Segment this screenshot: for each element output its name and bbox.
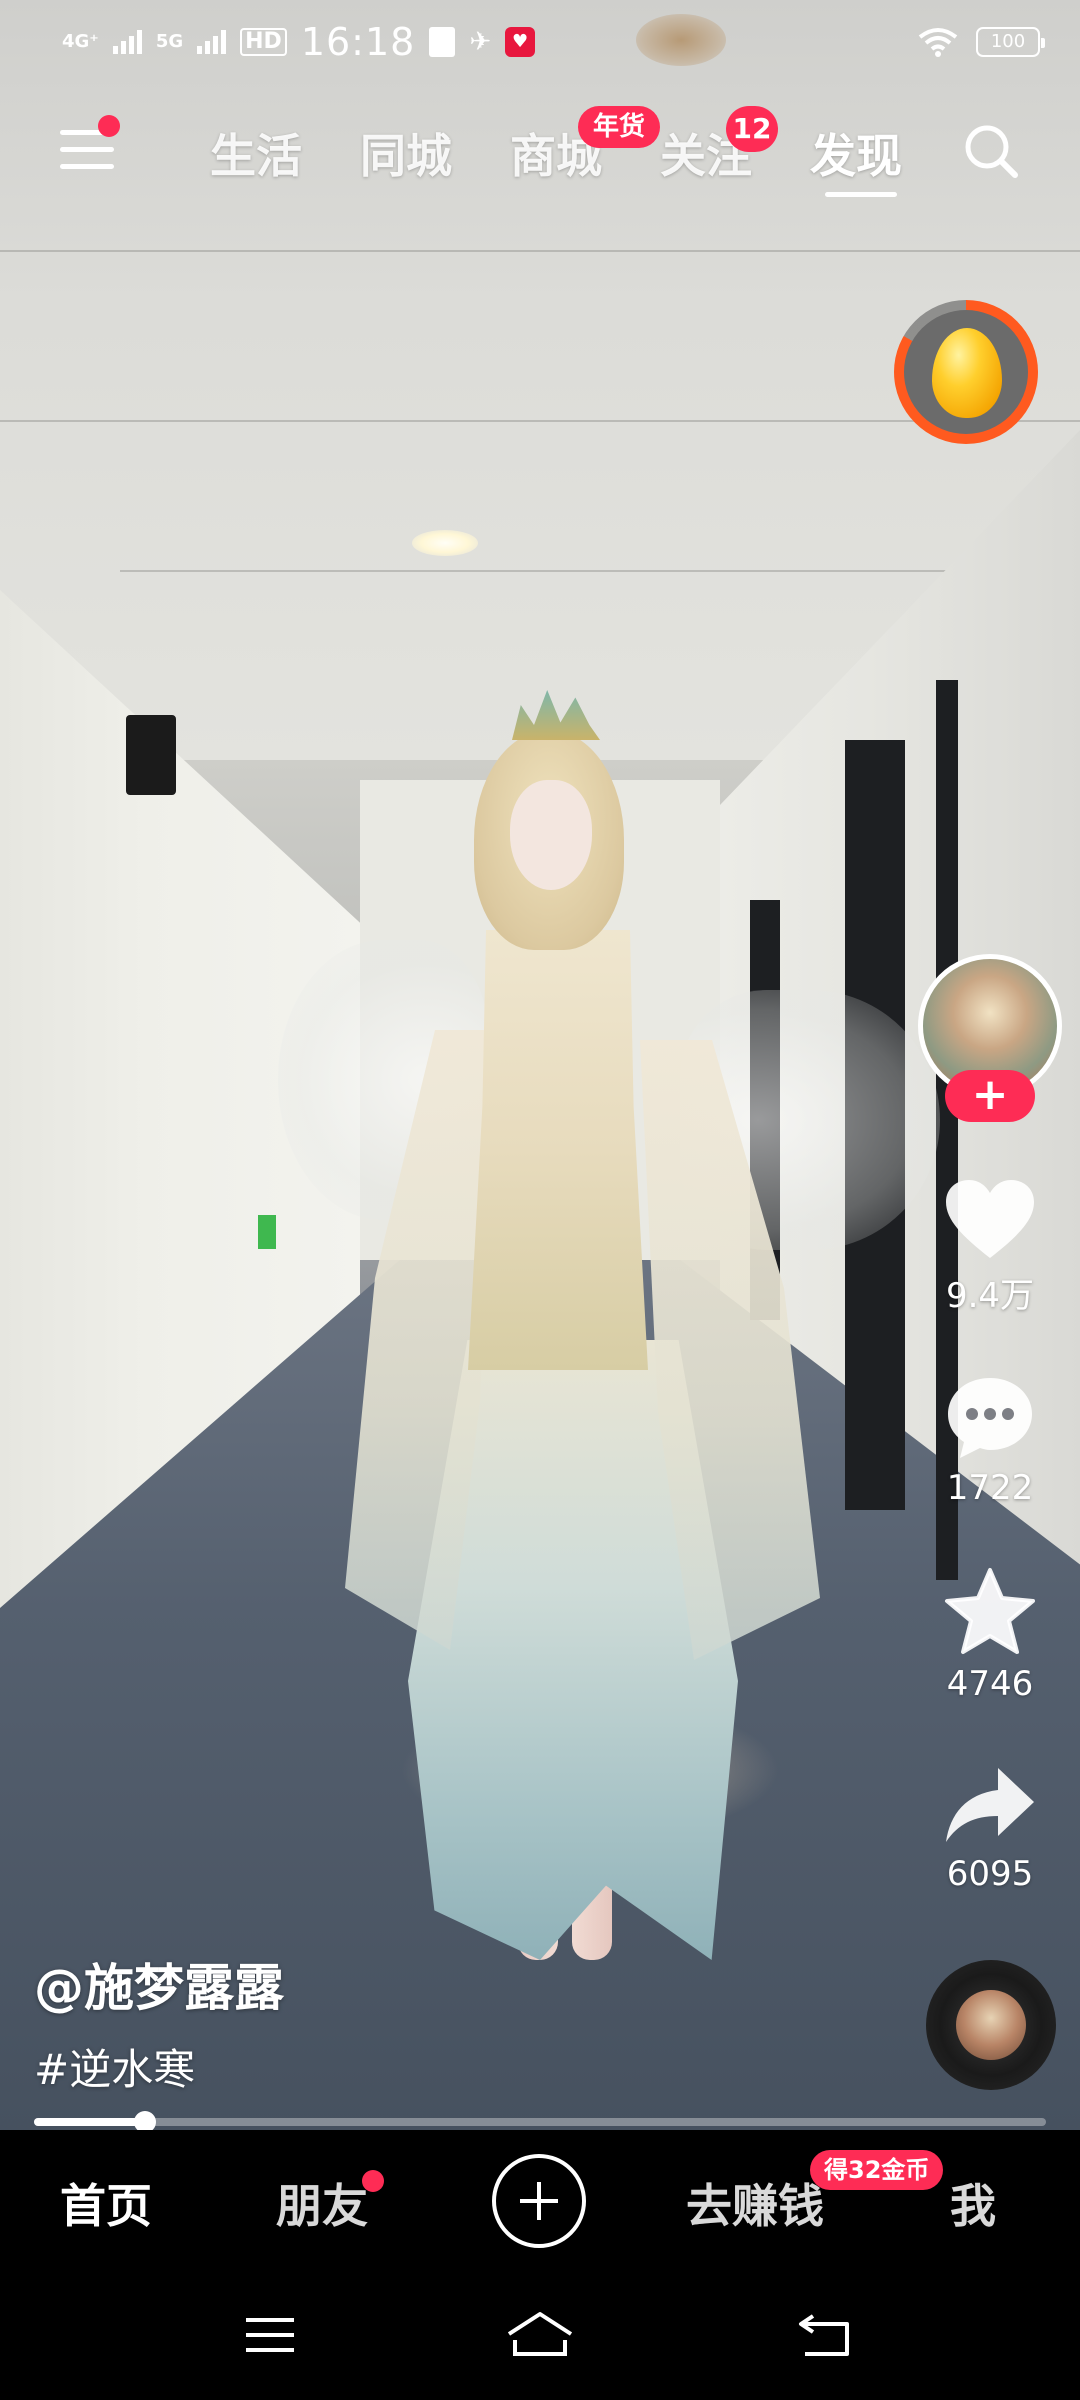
system-navigation-bar xyxy=(0,2270,1080,2400)
coin-reward-widget[interactable] xyxy=(894,300,1038,444)
tab-friends[interactable]: 朋友 xyxy=(276,2170,368,2236)
tab-discover[interactable]: 发现 xyxy=(810,120,902,186)
home-icon[interactable] xyxy=(505,2310,575,2360)
favorite-button[interactable]: 4746 xyxy=(920,1566,1060,1704)
star-icon xyxy=(945,1568,1035,1654)
exit-sign xyxy=(258,1215,276,1249)
tab-local[interactable]: 同城 xyxy=(360,120,452,186)
menu-line xyxy=(60,164,114,169)
wall-speaker xyxy=(126,715,176,795)
figure-face xyxy=(510,780,592,890)
ceiling-panel-line xyxy=(0,250,1080,252)
clipboard-check-icon xyxy=(429,27,456,57)
comment-button[interactable]: 1722 xyxy=(920,1372,1060,1508)
create-post-button[interactable] xyxy=(492,2154,586,2248)
clock: 16:18 xyxy=(300,20,416,64)
ceiling-lamp xyxy=(412,530,478,556)
status-bar-left: 4G⁺ 5G HD 16:18 ✈ ♥ xyxy=(62,20,536,64)
music-cover xyxy=(956,1990,1026,2060)
bottom-tab-bar: 首页 朋友 去赚钱 得32金币 我 xyxy=(0,2130,1080,2270)
comment-count: 1722 xyxy=(946,1468,1034,1508)
friends-notification-dot xyxy=(362,2170,384,2192)
tab-earn[interactable]: 去赚钱 xyxy=(686,2170,824,2236)
like-count: 9.4万 xyxy=(945,1276,1035,1316)
ceiling-panel-line xyxy=(120,570,960,572)
author-name[interactable]: @施梦露露 xyxy=(34,1948,284,2020)
status-bar-right: 100 xyxy=(918,27,1045,57)
app-notification-icon: ♥ xyxy=(505,27,536,57)
top-navigation: 生活 同城 商城 年货 关注 12 发现 xyxy=(0,100,1080,210)
tab-home[interactable]: 首页 xyxy=(60,2170,152,2236)
share-count: 6095 xyxy=(946,1854,1034,1894)
coin-ring-inner xyxy=(904,310,1028,434)
follow-button[interactable]: + xyxy=(945,1070,1035,1122)
menu-line xyxy=(60,147,114,152)
signal-bars-icon xyxy=(197,30,227,54)
golden-egg-icon xyxy=(932,328,1002,418)
favorite-count: 4746 xyxy=(946,1664,1034,1704)
hashtag-link[interactable]: #逆水寒 xyxy=(34,2036,195,2097)
like-button[interactable]: 9.4万 xyxy=(920,1176,1060,1317)
music-disc[interactable] xyxy=(926,1960,1056,2090)
search-icon[interactable] xyxy=(962,122,1020,180)
battery-indicator: 100 xyxy=(976,27,1045,57)
progress-fill xyxy=(34,2118,146,2126)
earn-coin-badge: 得32金币 xyxy=(810,2150,944,2190)
comment-icon xyxy=(948,1378,1032,1458)
figure-bodice xyxy=(468,930,648,1370)
network-indicator-4g: 4G⁺ xyxy=(62,31,99,52)
back-icon[interactable] xyxy=(795,2310,855,2360)
tab-me[interactable]: 我 xyxy=(950,2170,996,2236)
menu-button[interactable] xyxy=(60,130,114,180)
following-count-badge: 12 xyxy=(726,106,778,152)
network-indicator-5g: 5G xyxy=(155,31,184,52)
share-button[interactable]: 6095 xyxy=(920,1762,1060,1894)
recent-apps-icon[interactable] xyxy=(240,2310,300,2360)
active-tab-indicator xyxy=(825,192,897,197)
signal-bars-icon xyxy=(112,30,142,54)
video-progress-bar[interactable] xyxy=(34,2111,1046,2133)
heart-icon xyxy=(946,1180,1034,1258)
share-arrow-icon xyxy=(946,1768,1034,1842)
bird-icon: ✈ xyxy=(469,27,492,57)
status-bar: 4G⁺ 5G HD 16:18 ✈ ♥ 100 xyxy=(0,0,1080,84)
hd-voice-icon: HD xyxy=(240,28,287,56)
tab-life[interactable]: 生活 xyxy=(210,120,302,186)
mall-badge: 年货 xyxy=(578,106,660,148)
notification-dot xyxy=(98,115,120,137)
wifi-icon xyxy=(918,28,958,57)
